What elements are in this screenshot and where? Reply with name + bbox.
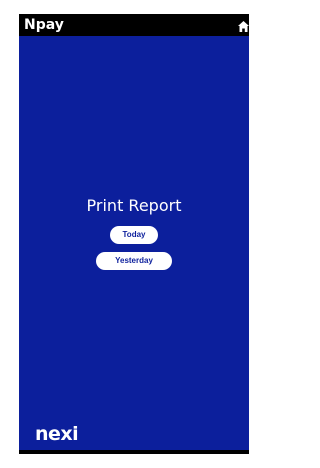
- svg-text:nexi: nexi: [35, 425, 78, 443]
- yesterday-button[interactable]: Yesterday: [96, 252, 172, 270]
- device-screen: Npay Print Report Today Yesterday nexi: [19, 14, 249, 454]
- home-icon[interactable]: [238, 18, 249, 32]
- today-button[interactable]: Today: [110, 226, 158, 244]
- page-title: Print Report: [86, 196, 182, 215]
- bottom-bar: [19, 450, 249, 454]
- print-report-panel: Print Report Today Yesterday: [19, 195, 249, 270]
- top-bar: Npay: [19, 14, 249, 36]
- app-title: Npay: [24, 17, 64, 33]
- nexi-logo: nexi: [35, 423, 79, 445]
- nexi-logo-mark: nexi: [35, 423, 79, 445]
